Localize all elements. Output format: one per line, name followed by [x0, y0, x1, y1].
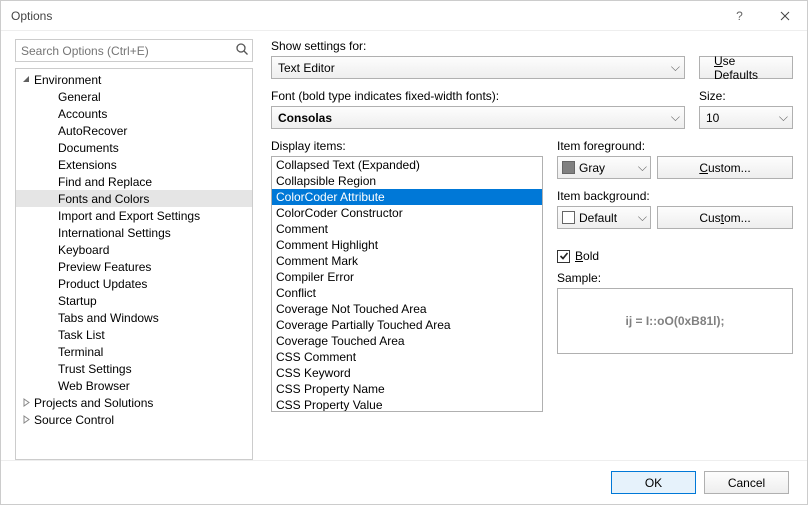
tree-node[interactable]: Extensions	[16, 156, 252, 173]
foreground-custom-button[interactable]: Custom...	[657, 156, 793, 179]
list-item[interactable]: Collapsible Region	[272, 173, 542, 189]
tree-node[interactable]: Product Updates	[16, 275, 252, 292]
chevron-down-icon: ⌵	[671, 60, 680, 75]
item-foreground-label: Item foreground:	[557, 139, 793, 153]
size-label: Size:	[699, 89, 793, 103]
list-item[interactable]: Coverage Not Touched Area	[272, 301, 542, 317]
dialog-footer: OK Cancel	[1, 460, 807, 504]
list-item[interactable]: Comment Mark	[272, 253, 542, 269]
tree-node[interactable]: Import and Export Settings	[16, 207, 252, 224]
list-item[interactable]: Coverage Partially Touched Area	[272, 317, 542, 333]
checkbox-box	[557, 250, 570, 263]
options-tree[interactable]: EnvironmentGeneralAccountsAutoRecoverDoc…	[15, 68, 253, 460]
list-item[interactable]: ColorCoder Attribute	[272, 189, 542, 205]
list-item[interactable]: Compiler Error	[272, 269, 542, 285]
bold-checkbox[interactable]: Bold	[557, 249, 793, 263]
font-combo[interactable]: Consolas ⌵	[271, 106, 685, 129]
tree-node[interactable]: Trust Settings	[16, 360, 252, 377]
background-combo[interactable]: Default ⌵	[557, 206, 651, 229]
titlebar: Options ?	[1, 1, 807, 31]
display-items-list[interactable]: Collapsed Text (Expanded)Collapsible Reg…	[271, 156, 543, 412]
ok-button[interactable]: OK	[611, 471, 696, 494]
show-settings-label: Show settings for:	[271, 39, 685, 53]
tree-expander-icon[interactable]	[20, 74, 32, 86]
background-custom-button[interactable]: Custom...	[657, 206, 793, 229]
tree-node-sourcecontrol[interactable]: Source Control	[16, 411, 252, 428]
tree-node[interactable]: Find and Replace	[16, 173, 252, 190]
color-swatch	[562, 161, 575, 174]
tree-node[interactable]: Fonts and Colors	[16, 190, 252, 207]
chevron-down-icon: ⌵	[638, 210, 647, 225]
tree-node[interactable]: International Settings	[16, 224, 252, 241]
tree-node[interactable]: Startup	[16, 292, 252, 309]
tree-expander-icon[interactable]	[20, 414, 32, 426]
sample-preview: ij = I::oO(0xB81l);	[557, 288, 793, 354]
list-item[interactable]: CSS Property Value	[272, 397, 542, 412]
chevron-down-icon: ⌵	[671, 110, 680, 125]
tree-expander-icon[interactable]	[20, 397, 32, 409]
chevron-down-icon: ⌵	[638, 160, 647, 175]
list-item[interactable]: CSS Comment	[272, 349, 542, 365]
font-label: Font (bold type indicates fixed-width fo…	[271, 89, 685, 103]
color-swatch	[562, 211, 575, 224]
tree-node[interactable]: Documents	[16, 139, 252, 156]
tree-node[interactable]: AutoRecover	[16, 122, 252, 139]
chevron-down-icon: ⌵	[779, 110, 788, 125]
tree-node[interactable]: Tabs and Windows	[16, 309, 252, 326]
item-background-label: Item background:	[557, 189, 793, 203]
list-item[interactable]: Coverage Touched Area	[272, 333, 542, 349]
close-button[interactable]	[762, 1, 807, 31]
check-icon	[559, 251, 569, 261]
size-combo[interactable]: 10 ⌵	[699, 106, 793, 129]
list-item[interactable]: Comment	[272, 221, 542, 237]
show-settings-combo[interactable]: Text Editor ⌵	[271, 56, 685, 79]
search-input[interactable]	[15, 39, 253, 62]
tree-node[interactable]: Keyboard	[16, 241, 252, 258]
window-title: Options	[11, 9, 717, 23]
list-item[interactable]: CSS Keyword	[272, 365, 542, 381]
tree-node-projects[interactable]: Projects and Solutions	[16, 394, 252, 411]
list-item[interactable]: Comment Highlight	[272, 237, 542, 253]
cancel-button[interactable]: Cancel	[704, 471, 789, 494]
close-icon	[780, 11, 790, 21]
display-items-label: Display items:	[271, 139, 543, 153]
list-item[interactable]: Conflict	[272, 285, 542, 301]
foreground-combo[interactable]: Gray ⌵	[557, 156, 651, 179]
tree-node[interactable]: Accounts	[16, 105, 252, 122]
tree-node[interactable]: Web Browser	[16, 377, 252, 394]
tree-node-environment[interactable]: Environment	[16, 71, 252, 88]
search-icon[interactable]	[235, 42, 249, 59]
list-item[interactable]: Collapsed Text (Expanded)	[272, 157, 542, 173]
list-item[interactable]: CSS Property Name	[272, 381, 542, 397]
tree-node[interactable]: Terminal	[16, 343, 252, 360]
list-item[interactable]: ColorCoder Constructor	[272, 205, 542, 221]
options-dialog: Options ? EnvironmentGeneralAccountsAuto…	[0, 0, 808, 505]
tree-node[interactable]: Task List	[16, 326, 252, 343]
help-button[interactable]: ?	[717, 1, 762, 31]
use-defaults-button[interactable]: Use Defaults	[699, 56, 793, 79]
tree-node[interactable]: General	[16, 88, 252, 105]
sample-label: Sample:	[557, 271, 793, 285]
tree-node[interactable]: Preview Features	[16, 258, 252, 275]
